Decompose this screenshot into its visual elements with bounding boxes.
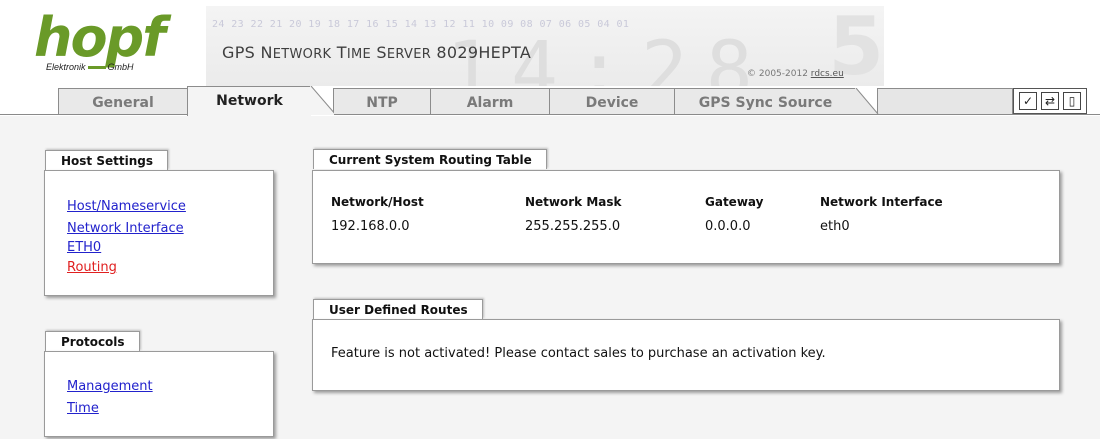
- route-cell-network-host: 192.168.0.0: [331, 219, 410, 234]
- route-cell-interface: eth0: [820, 219, 850, 234]
- host-settings-panel: Host/Nameservice Network Interface ETH0 …: [44, 170, 274, 296]
- nav-link-management[interactable]: Management: [67, 377, 153, 396]
- reload-icon[interactable]: ⇄: [1041, 92, 1059, 110]
- tab-gps-sync-source[interactable]: GPS Sync Source: [674, 88, 856, 114]
- tab-bar-filler: [877, 88, 1013, 114]
- copyright-link[interactable]: rdcs.eu: [811, 69, 844, 79]
- column-header-network-host: Network/Host: [331, 195, 424, 209]
- user-routes-panel: Feature is not activated! Please contact…: [312, 319, 1060, 391]
- toolbar: ✓ ⇄ ▯: [1013, 88, 1087, 114]
- header: hopf Elektronik GmbH 14:28 5 24 23 22 21 …: [0, 0, 1100, 86]
- tab-device[interactable]: Device: [549, 88, 675, 114]
- protocols-title: Protocols: [45, 331, 140, 351]
- nav-link-host-nameservice[interactable]: Host/Nameservice: [67, 197, 186, 216]
- column-header-gateway: Gateway: [705, 195, 764, 209]
- protocols-panel: Management Time: [44, 351, 274, 437]
- user-routes-title: User Defined Routes: [313, 299, 483, 319]
- tab-bar: General Network NTP Alarm Device GPS Syn…: [0, 86, 1100, 116]
- tab-alarm[interactable]: Alarm: [430, 88, 550, 114]
- tab-gps-slant: [855, 88, 879, 115]
- product-banner: 14:28 5 24 23 22 21 20 19 18 17 16 15 14…: [206, 6, 884, 86]
- tab-network[interactable]: Network: [187, 86, 311, 116]
- column-header-network-mask: Network Mask: [525, 195, 622, 209]
- tab-network-slant: [310, 86, 334, 115]
- copyright-notice: © 2005-2012 rdcs.eu: [747, 69, 844, 79]
- hopf-logo: hopf Elektronik GmbH: [34, 8, 174, 78]
- tab-ntp[interactable]: NTP: [333, 88, 431, 114]
- route-cell-gateway: 0.0.0.0: [705, 219, 751, 234]
- activation-message: Feature is not activated! Please contact…: [331, 346, 826, 361]
- banner-digit-strip: 24 23 22 21 20 19 18 17 16 15 14 13 12 1…: [212, 19, 630, 30]
- save-icon[interactable]: ▯: [1063, 92, 1081, 110]
- host-settings-title: Host Settings: [45, 150, 168, 170]
- nav-link-network-interface[interactable]: Network Interface: [67, 219, 186, 238]
- nav-link-routing[interactable]: Routing: [67, 258, 186, 277]
- tab-general[interactable]: General: [58, 88, 188, 114]
- nav-link-time[interactable]: Time: [67, 399, 153, 418]
- routing-table-panel: Network/Host Network Mask Gateway Networ…: [312, 170, 1060, 264]
- routing-table-title: Current System Routing Table: [313, 149, 547, 169]
- route-cell-network-mask: 255.255.255.0: [525, 219, 621, 234]
- logo-wordmark: hopf: [34, 6, 166, 69]
- product-title: GPS NETWORK TIME SERVER 8029HEPTA: [222, 43, 532, 62]
- main-content: Host Settings Host/Nameservice Network I…: [0, 116, 1100, 439]
- nav-link-eth0[interactable]: ETH0: [67, 238, 186, 257]
- column-header-network-interface: Network Interface: [820, 195, 943, 209]
- logo-subtitle: Elektronik GmbH: [46, 62, 134, 72]
- checkmark-icon[interactable]: ✓: [1019, 92, 1037, 110]
